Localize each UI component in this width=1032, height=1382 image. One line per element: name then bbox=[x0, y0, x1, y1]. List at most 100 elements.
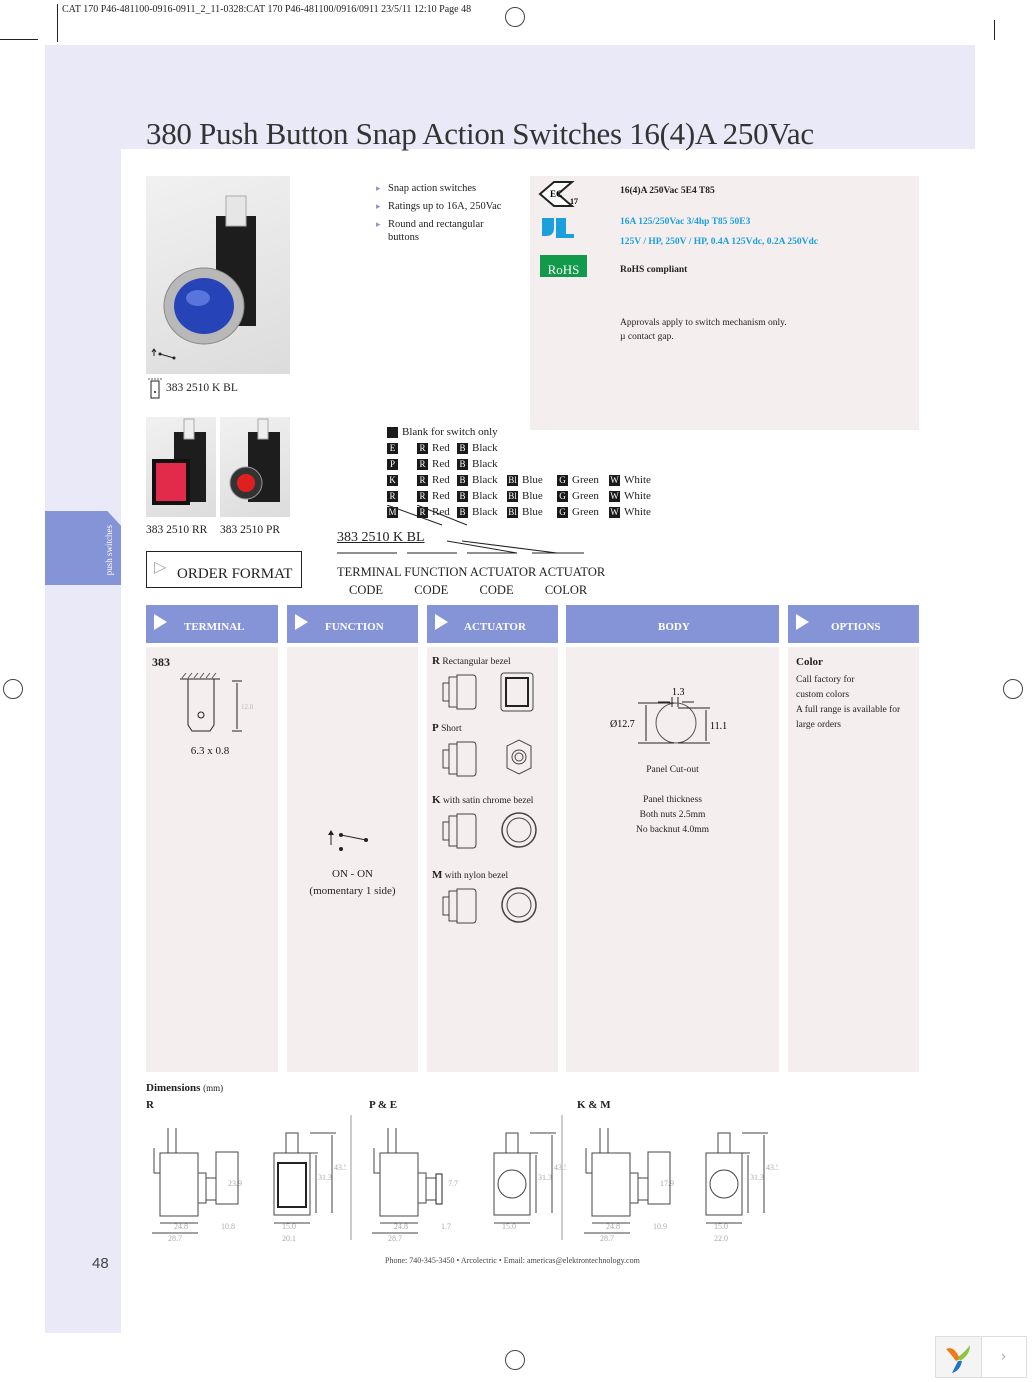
svg-text:20.1: 20.1 bbox=[282, 1234, 296, 1243]
color-name: Black bbox=[472, 490, 498, 502]
svg-text:1.3: 1.3 bbox=[672, 687, 685, 698]
actuator-side-view-icon bbox=[442, 887, 537, 924]
rohs-text: RoHS compliant bbox=[620, 265, 688, 275]
cutout-label: Panel Cut-out bbox=[646, 765, 699, 775]
svg-text:31.3: 31.3 bbox=[538, 1173, 552, 1182]
color-name: Black bbox=[472, 458, 498, 470]
thickness-title: Panel thickness bbox=[643, 795, 702, 805]
dimension-group-label: K & M bbox=[577, 1099, 611, 1111]
svg-text:1.7: 1.7 bbox=[441, 1222, 451, 1231]
play-triangle-icon bbox=[295, 614, 308, 630]
terminal-drawing: 12.0 bbox=[180, 673, 254, 732]
thickness-no-backnut: No backnut 4.0mm bbox=[635, 825, 710, 835]
color-name: Black bbox=[472, 442, 498, 454]
enec-rating: 16(4)A 250Vac 5E4 T85 bbox=[620, 186, 715, 196]
viewer-logo-icon bbox=[936, 1337, 982, 1377]
color-name: Green bbox=[572, 490, 599, 502]
color-code-box: R bbox=[417, 458, 428, 470]
code-box: K bbox=[387, 474, 398, 486]
color-code-box: G bbox=[557, 490, 568, 502]
feature-list: Snap action switches Ratings up to 16A, … bbox=[376, 182, 516, 249]
function-note: (momentary 1 side) bbox=[309, 885, 396, 897]
side-tab-push-switches[interactable]: push switches bbox=[45, 511, 121, 585]
ul-rating-1: 16A 125/250Vac 3/4hp T85 50E3 bbox=[620, 217, 751, 227]
color-code-box: B bbox=[457, 442, 468, 454]
legend-row-blank: Blank for switch only bbox=[387, 425, 498, 440]
next-page-button[interactable]: › bbox=[981, 1337, 1026, 1377]
actuator-side-view-icon bbox=[442, 672, 534, 712]
svg-text:43.5: 43.5 bbox=[334, 1163, 346, 1172]
color-name: White bbox=[624, 506, 651, 518]
color-code-box: B bbox=[457, 458, 468, 470]
red-rectangular-button-switch-photo bbox=[146, 417, 216, 517]
column-header-function[interactable]: FUNCTION bbox=[287, 605, 418, 643]
color-code-box: W bbox=[609, 506, 620, 518]
color-code-box: Bl bbox=[507, 474, 518, 486]
feature-item: Round and rectangular buttons bbox=[376, 218, 516, 244]
color-name: White bbox=[624, 490, 651, 502]
options-column: Color Call factory for custom colors A f… bbox=[788, 647, 919, 1072]
enec-17-mark: EC 17 bbox=[538, 180, 580, 213]
svg-text:11.1: 11.1 bbox=[710, 721, 727, 732]
svg-text:24.8: 24.8 bbox=[394, 1222, 408, 1231]
svg-text:31.3: 31.3 bbox=[318, 1173, 332, 1182]
ul-recognized-mark bbox=[540, 216, 576, 243]
svg-text:28.7: 28.7 bbox=[388, 1234, 402, 1243]
feature-item: Snap action switches bbox=[376, 182, 516, 195]
color-code-box: G bbox=[557, 474, 568, 486]
play-triangle-icon bbox=[796, 614, 809, 630]
svg-text:43.5: 43.5 bbox=[766, 1163, 778, 1172]
column-header-terminal[interactable]: TERMINAL bbox=[146, 605, 278, 643]
photo-caption: 383 2510 K BL bbox=[166, 382, 238, 394]
column-header-options[interactable]: OPTIONS bbox=[788, 605, 919, 643]
svg-text:17.9: 17.9 bbox=[660, 1179, 674, 1188]
side-tab-label: push switches bbox=[104, 524, 114, 575]
svg-text:23.9: 23.9 bbox=[228, 1179, 242, 1188]
actuator-side-view-icon bbox=[442, 812, 537, 849]
registration-mark bbox=[3, 679, 23, 699]
svg-text:24.8: 24.8 bbox=[174, 1222, 188, 1231]
legend-label: Blank for switch only bbox=[402, 426, 498, 438]
svg-text:10.9: 10.9 bbox=[653, 1222, 667, 1231]
crop-mark bbox=[994, 20, 995, 40]
order-format-fields: TERMINAL FUNCTION ACTUATOR ACTUATOR CODE… bbox=[337, 565, 606, 597]
function-column: ON - ON (momentary 1 side) bbox=[287, 647, 418, 1072]
svg-text:EC: EC bbox=[550, 189, 563, 199]
color-code-box: B bbox=[457, 474, 468, 486]
dimension-group-label: P & E bbox=[369, 1099, 398, 1111]
color-code-box: R bbox=[417, 442, 428, 454]
color-name: Black bbox=[472, 474, 498, 486]
column-header-actuator[interactable]: ACTUATOR bbox=[427, 605, 558, 643]
approval-note: µ contact gap. bbox=[620, 332, 674, 342]
rohs-badge: RoHS bbox=[540, 255, 587, 277]
ul-rating-2: 125V / HP, 250V / HP, 0.4A 125Vdc, 0.2A … bbox=[620, 237, 818, 247]
code-box: E bbox=[387, 442, 398, 454]
page-title: 380 Push Button Snap Action Switches 16(… bbox=[146, 116, 814, 151]
blue-round-button-switch-photo bbox=[146, 176, 290, 374]
code-box: R bbox=[387, 490, 398, 502]
svg-text:15.0: 15.0 bbox=[502, 1222, 516, 1231]
footer-contact: Phone: 740-345-3450 • Arcolectric • Emai… bbox=[385, 1256, 640, 1265]
page-number: 48 bbox=[92, 1255, 109, 1272]
svg-text:Ø12.7: Ø12.7 bbox=[610, 719, 635, 730]
divider bbox=[350, 1115, 352, 1240]
svg-text:28.7: 28.7 bbox=[168, 1234, 182, 1243]
thickness-both-nuts: Both nuts 2.5mm bbox=[639, 810, 706, 820]
color-name: Green bbox=[572, 474, 599, 486]
options-title: Color bbox=[796, 656, 823, 668]
registration-mark bbox=[505, 7, 525, 27]
dimension-drawing: 24.8 28.7 10.8 23.9 15.0 20.1 31.3 43.5 bbox=[146, 1128, 348, 1248]
dimension-drawing: 24.8 28.7 10.9 17.9 15.0 22.0 31.3 43.5 bbox=[578, 1128, 780, 1248]
play-triangle-icon: ▷ bbox=[154, 559, 167, 576]
svg-text:17: 17 bbox=[570, 197, 578, 206]
color-name: Red bbox=[432, 442, 450, 454]
color-code-box: B bbox=[457, 490, 468, 502]
order-format-box: ▷ ORDER FORMAT bbox=[146, 551, 302, 588]
column-header-body[interactable]: BODY bbox=[566, 605, 779, 643]
color-code-box: W bbox=[609, 490, 620, 502]
color-code-box: Bl bbox=[507, 490, 518, 502]
actuator-column: R Rectangular bezel P Short K with satin c… bbox=[427, 647, 558, 1072]
svg-text:24.8: 24.8 bbox=[606, 1222, 620, 1231]
crop-mark bbox=[0, 39, 38, 40]
terminal-code: 383 bbox=[152, 655, 170, 669]
